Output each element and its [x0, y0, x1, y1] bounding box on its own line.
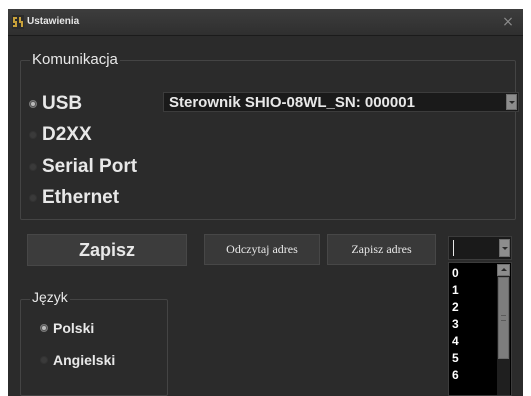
radio-d2xx[interactable]: D2XX: [29, 124, 92, 146]
chevron-down-icon[interactable]: [499, 239, 510, 257]
text-cursor: [453, 240, 454, 256]
radio-label-d2xx: D2XX: [42, 124, 92, 145]
device-select-value: Sterownik SHIO-08WL_SN: 000001: [169, 94, 415, 111]
settings-window: Ustawienia × Komunikacja USB D2XX Serial…: [8, 9, 523, 396]
radio-label-ethernet: Ethernet: [42, 187, 120, 208]
radio-label-serial-port: Serial Port: [42, 156, 138, 177]
read-address-button[interactable]: Odczytaj adres: [204, 234, 320, 265]
radio-indicator-ethernet: [29, 194, 37, 202]
radio-polski[interactable]: Polski: [40, 320, 94, 336]
radio-usb[interactable]: USB: [29, 93, 82, 115]
radio-angielski[interactable]: Angielski: [40, 352, 115, 368]
scroll-up-icon[interactable]: [497, 264, 510, 276]
radio-indicator-serial-port: [29, 163, 37, 171]
list-item-address-2[interactable]: 2: [452, 300, 459, 315]
radio-label-angielski: Angielski: [53, 352, 116, 368]
communication-legend: Komunikacja: [30, 51, 120, 68]
list-item-address-3[interactable]: 3: [452, 317, 459, 332]
radio-label-usb: USB: [42, 93, 83, 114]
radio-ethernet[interactable]: Ethernet: [29, 187, 119, 209]
radio-indicator-angielski: [40, 356, 48, 364]
radio-indicator-polski: [40, 324, 48, 332]
address-select[interactable]: [448, 236, 512, 260]
chevron-down-icon[interactable]: [506, 94, 517, 110]
address-dropdown-list[interactable]: 0 1 2 3 4 5 6: [448, 262, 512, 396]
radio-serial-port[interactable]: Serial Port: [29, 156, 137, 178]
close-icon[interactable]: ×: [497, 12, 519, 32]
list-item-address-5[interactable]: 5: [452, 351, 459, 366]
language-legend: Język: [30, 289, 70, 305]
title-bar[interactable]: Ustawienia ×: [8, 9, 523, 36]
list-item-address-1[interactable]: 1: [452, 283, 459, 298]
list-item-address-0[interactable]: 0: [452, 266, 459, 281]
save-address-button[interactable]: Zapisz adres: [327, 234, 436, 265]
scrollbar-thumb[interactable]: [498, 277, 509, 359]
vertical-scrollbar[interactable]: [497, 264, 510, 395]
radio-label-polski: Polski: [53, 320, 95, 336]
app-logo-icon: [12, 15, 24, 29]
list-item-address-4[interactable]: 4: [452, 334, 459, 349]
save-button[interactable]: Zapisz: [27, 234, 187, 266]
list-item-address-6[interactable]: 6: [452, 368, 459, 383]
language-group: [20, 299, 168, 396]
radio-indicator-usb: [29, 100, 37, 108]
radio-indicator-d2xx: [29, 131, 37, 139]
window-title: Ustawienia: [27, 16, 80, 27]
device-select[interactable]: Sterownik SHIO-08WL_SN: 000001: [163, 92, 519, 112]
